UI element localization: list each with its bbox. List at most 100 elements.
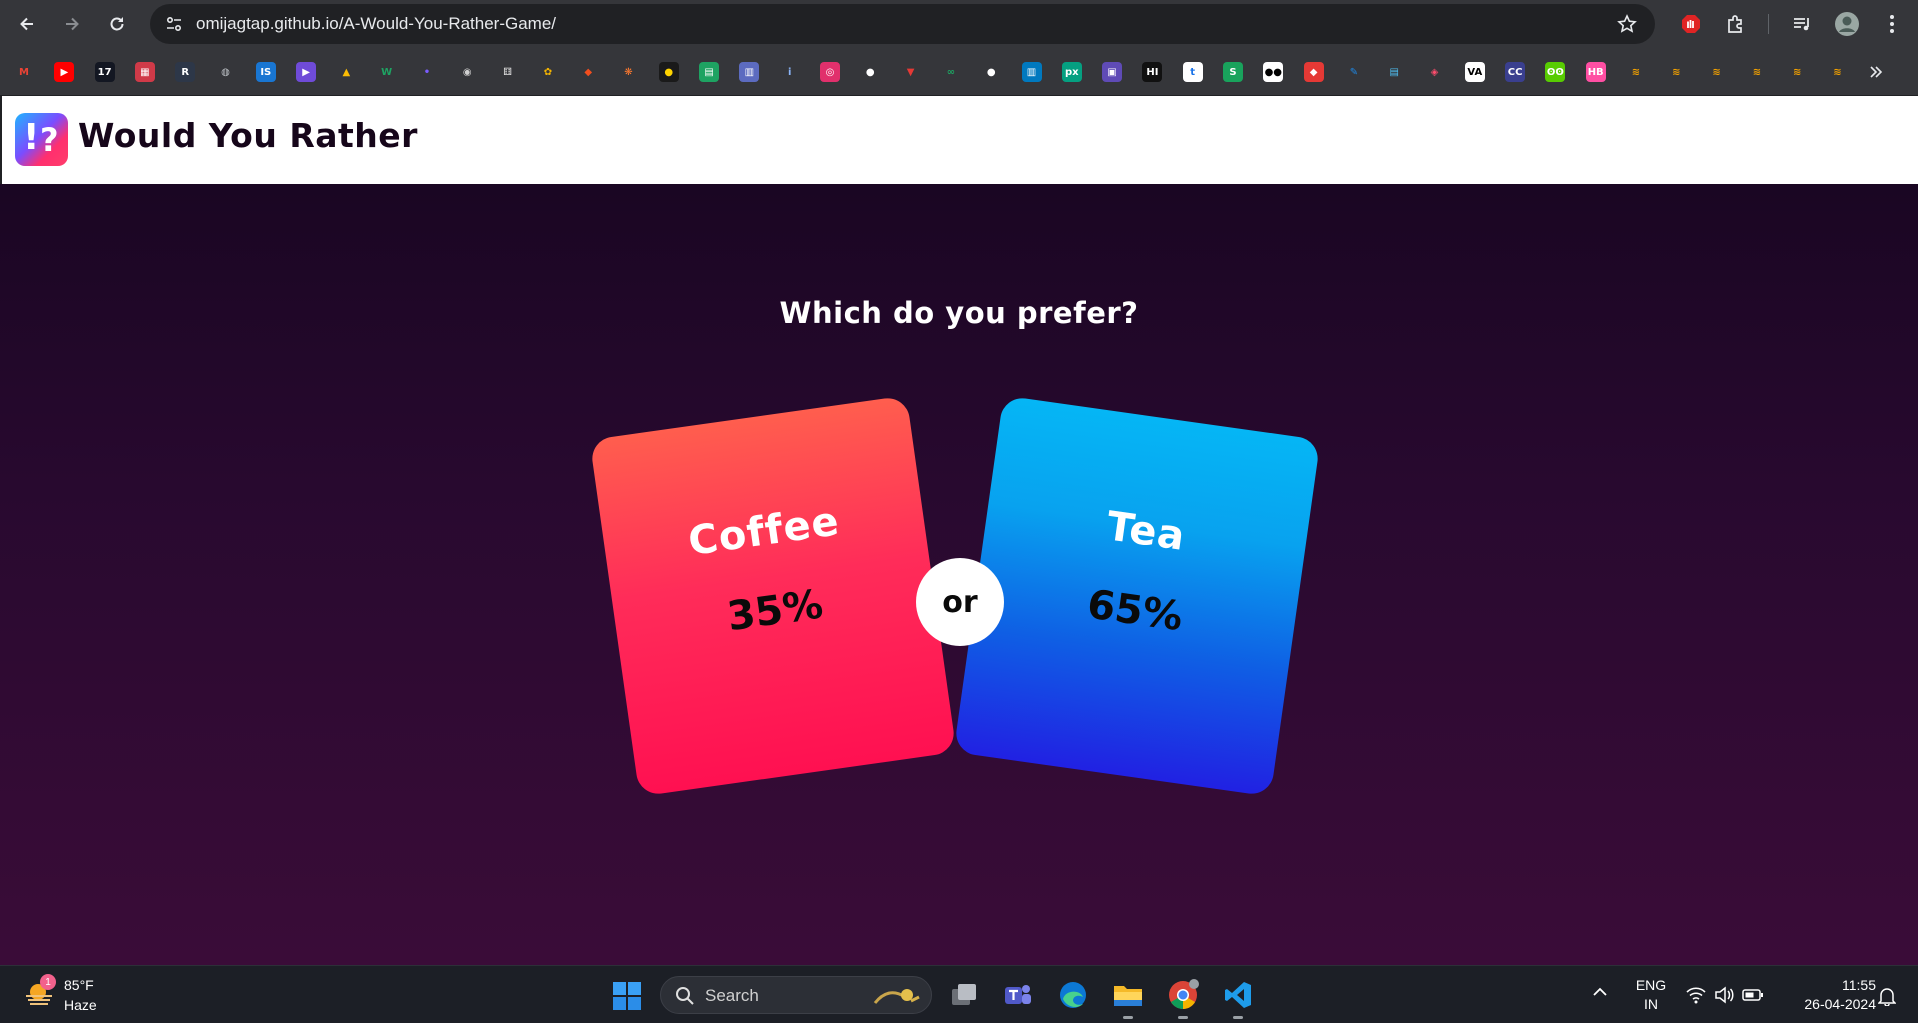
bookmark-swirl-icon[interactable]: S [1223,62,1243,82]
github-icon[interactable]: ● [981,62,1001,82]
dice-icon[interactable]: ⚅ [498,62,518,82]
bookmark-shield-icon[interactable]: ◆ [1303,62,1324,82]
bookmark-folder-icon[interactable]: ≋ [1828,62,1848,82]
vscode-icon[interactable] [1220,977,1256,1019]
bookmark-folder-icon[interactable]: ≋ [1666,62,1686,82]
medium-icon[interactable]: ●● [1263,62,1284,82]
task-view-icon[interactable] [946,977,982,1013]
bookmark-pink-icon[interactable]: HB [1585,62,1606,82]
clock-date: 26-04-2024 [1804,996,1876,1012]
game-page: ! ? Would You Rather Which do you prefer… [0,96,1918,965]
site-info-icon[interactable] [160,10,188,38]
bookmark-folder-icon[interactable]: ≋ [1626,62,1646,82]
more-bookmarks-chevron-icon[interactable] [1864,60,1888,84]
bookmark-folder-icon[interactable]: ≋ [1707,62,1727,82]
search-highlight-art-icon [873,989,920,1004]
option-card-coffee[interactable]: Coffee 35% [589,395,957,797]
url-text[interactable]: omijagtap.github.io/A-Would-You-Rather-G… [196,4,556,44]
back-button[interactable] [11,8,43,40]
notification-bell-icon[interactable] [1877,986,1897,1011]
figma-icon[interactable]: ◆ [578,62,598,82]
option-b-percent: 65% [1084,581,1186,641]
weather-temperature: 85°F [64,977,94,993]
github-icon[interactable]: ● [860,62,880,82]
chrome-icon[interactable] [1165,977,1201,1019]
chrome-menu-icon[interactable] [1878,10,1906,38]
bookmark-dots-icon[interactable]: • [417,62,437,82]
clock-time: 11:55 [1842,977,1876,993]
toolbar-divider [1768,14,1769,34]
google-drive-icon[interactable]: ▲ [336,62,356,82]
bookmark-w-icon[interactable]: W [377,62,397,82]
file-explorer-running-indicator [1123,1016,1133,1019]
bookmark-star-icon[interactable] [1615,12,1639,36]
search-placeholder: Search [705,986,759,1005]
wifi-icon [1686,987,1706,1004]
bookmark-is-icon[interactable]: IS [255,62,276,82]
bookmark-r-icon[interactable]: R [175,62,196,82]
system-tray-icons[interactable] [1686,986,1766,1006]
adblock-extension-icon[interactable] [1677,10,1705,38]
bookmark-orange-icon[interactable]: ❋ [619,62,639,82]
region-code: IN [1644,996,1658,1012]
media-queue-icon[interactable] [1788,10,1816,38]
logo-exclamation-glyph: ! [23,117,40,158]
site-header: ! ? Would You Rather [0,96,1918,184]
bookmark-camera-icon[interactable]: ▣ [1102,62,1123,82]
back-arrow-icon [20,17,33,31]
google-sheets-icon[interactable]: ▤ [699,62,720,82]
google-photos-icon[interactable]: ✿ [538,62,558,82]
language-code: ENG [1635,977,1667,993]
windows-taskbar: 1 85°F Haze Search ENG IN 11:55 26-04-20… [0,965,1918,1023]
site-title[interactable]: Would You Rather [78,116,418,155]
instagram-icon[interactable]: ◎ [820,62,840,82]
gmail-icon[interactable]: M [14,62,34,82]
bookmark-folder-icon[interactable]: ≋ [1747,62,1767,82]
duolingo-icon[interactable]: ʘʘ [1545,62,1566,82]
teams-icon[interactable] [1000,977,1036,1013]
tray-overflow-chevron-icon[interactable] [1592,985,1608,1003]
bookmark-hi-icon[interactable]: HI [1142,62,1163,82]
windows-start-icon[interactable] [612,981,642,1011]
bookmark-red-icon[interactable]: ▦ [134,62,155,82]
globe-icon[interactable]: ◍ [216,62,236,82]
bookmark-i-icon[interactable]: i [780,62,800,82]
reload-button[interactable] [101,8,133,40]
bookmarks-bar: M ▶ 17 ▦ R ◍ IS ▶ ▲ W • ◉ ⚅ ✿ ◆ ❋ ● ▤ ▥ i ◎ ● ▼ ∞ ● ▥ px ▣ HI t S ●● ◆ ✎ ▤… [0,48,1918,96]
input-language-indicator[interactable]: ENG IN [1630,976,1672,1014]
weather-condition: Haze [64,997,97,1013]
google-forms-icon[interactable]: ▥ [739,62,760,82]
bookmark-tag-icon[interactable]: ◈ [1425,62,1445,82]
bookmark-play-icon[interactable]: ▶ [296,62,317,82]
youtube-icon[interactable]: ▶ [54,62,75,82]
weather-notification-badge: 1 [40,974,56,990]
bookmark-pen-icon[interactable]: ✎ [1344,62,1364,82]
system-clock[interactable]: 11:55 26-04-2024 [1786,976,1876,1014]
forward-button[interactable] [56,8,88,40]
option-card-tea[interactable]: Tea 65% [953,395,1321,797]
vscode-running-indicator [1233,1016,1243,1019]
volume-icon [1715,986,1734,1004]
address-bar[interactable]: omijagtap.github.io/A-Would-You-Rather-G… [150,4,1655,44]
extensions-puzzle-icon[interactable] [1722,10,1750,38]
bookmark-infinity-icon[interactable]: ∞ [941,62,961,82]
bookmark-px-icon[interactable]: px [1061,62,1082,82]
bookmark-cc-icon[interactable]: CC [1505,62,1526,82]
bookmark-triangle-icon[interactable]: ▼ [901,62,921,82]
file-explorer-icon[interactable] [1110,977,1146,1019]
bookmark-t-icon[interactable]: t [1182,62,1203,82]
bookmark-eye-icon[interactable]: ◉ [457,62,477,82]
taskbar-search-box[interactable]: Search [660,976,932,1014]
logo-icon[interactable]: ! ? [15,113,68,166]
chrome-running-indicator [1178,1016,1188,1019]
bookmark-book-icon[interactable]: ▤ [1384,62,1404,82]
bookmark-va-icon[interactable]: VA [1464,62,1485,82]
profile-avatar[interactable] [1833,10,1861,38]
tradingview-icon[interactable]: 17 [94,62,115,82]
trello-icon[interactable]: ▥ [1021,62,1042,82]
weather-widget[interactable]: 1 85°F Haze [20,974,140,1016]
bookmark-folder-icon[interactable]: ≋ [1787,62,1807,82]
edge-icon[interactable] [1055,977,1091,1013]
bookmark-yellow-icon[interactable]: ● [658,62,679,82]
option-a-label: Coffee [685,498,843,565]
